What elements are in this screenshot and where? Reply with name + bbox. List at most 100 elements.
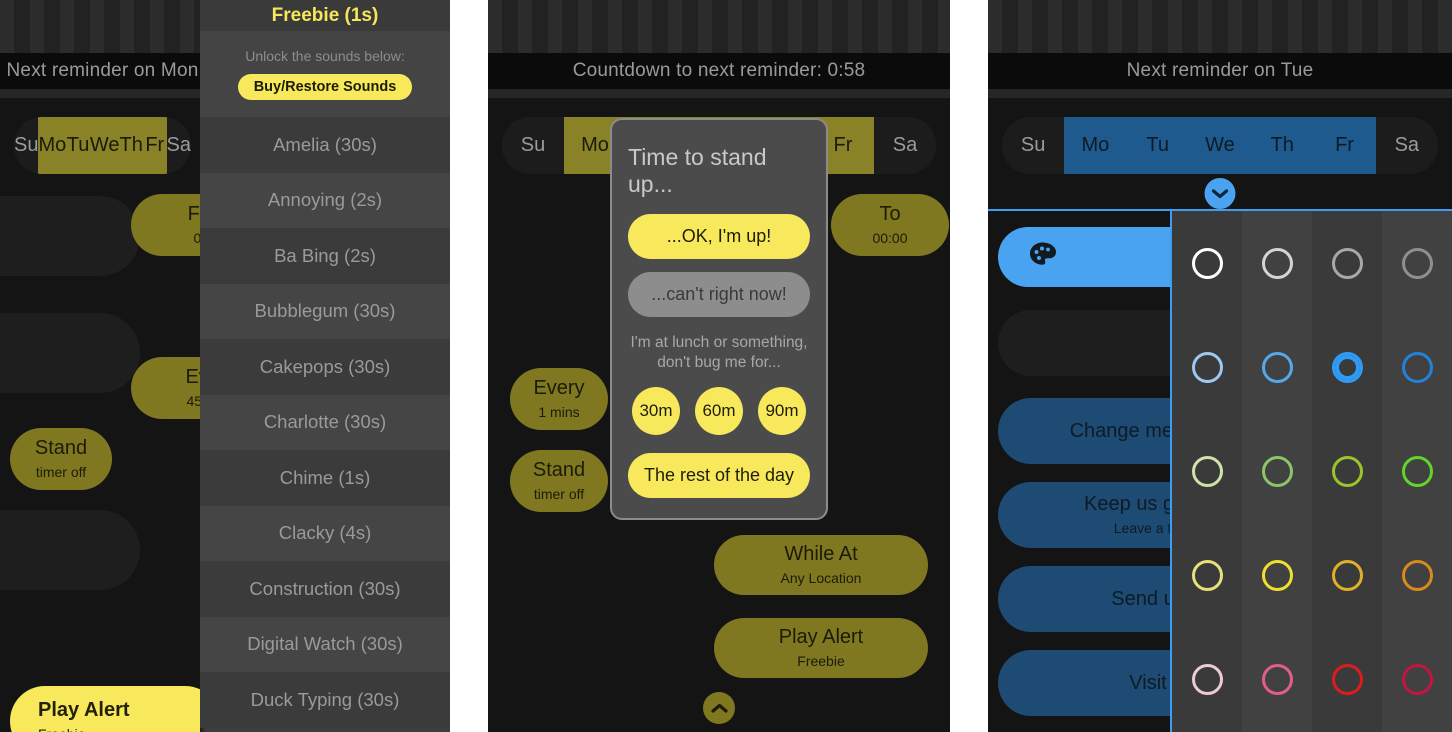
- every3-title: Every: [533, 377, 585, 400]
- color-swatch[interactable]: [1261, 664, 1293, 696]
- swatch-cell: [1382, 211, 1452, 316]
- status-next-reminder: Next reminder on Mon: [0, 53, 205, 89]
- day4-mo[interactable]: Mo: [1064, 117, 1127, 174]
- sound-list[interactable]: Amelia (30s) Annoying (2s) Ba Bing (2s) Bub…: [200, 117, 450, 732]
- sound-list-item[interactable]: Construction (30s): [200, 561, 450, 617]
- color-swatch[interactable]: [1191, 351, 1223, 383]
- day4-fr[interactable]: Fr: [1313, 117, 1376, 174]
- sound-list-item[interactable]: Bubblegum (30s): [200, 283, 450, 339]
- ok-im-up-button[interactable]: ...OK, I'm up!: [628, 214, 810, 259]
- color-swatch[interactable]: [1261, 351, 1293, 383]
- swatch-cell: [1382, 523, 1452, 628]
- sound-list-item[interactable]: Chime (1s): [200, 450, 450, 506]
- sound-list-item[interactable]: Charlotte (30s): [200, 394, 450, 450]
- play-alert-button[interactable]: Play Alert Freebie: [10, 686, 205, 732]
- sound-list-item[interactable]: Amelia (30s): [200, 117, 450, 173]
- swatch-cell: [1172, 315, 1242, 420]
- stand3-value: timer off: [533, 486, 585, 503]
- color-swatch[interactable]: [1401, 560, 1433, 592]
- play-alert-title: Play Alert: [38, 699, 130, 722]
- day-mo[interactable]: Mo: [38, 117, 67, 174]
- panel-reminder-modal: Countdown to next reminder: 0:58 Su Mo T…: [488, 0, 950, 732]
- day-th[interactable]: Th: [119, 117, 143, 174]
- screenshot-collage: Next reminder on Mon Su Mo Tu We Th Fr S…: [0, 0, 1452, 732]
- sound-list-item[interactable]: Ba Bing (2s): [200, 228, 450, 284]
- color-swatch[interactable]: [1191, 560, 1223, 592]
- chevron-up-icon[interactable]: [703, 692, 735, 724]
- swatch-cell: [1242, 315, 1312, 420]
- color-swatch[interactable]: [1331, 664, 1363, 696]
- to-value: 00:00: [872, 230, 908, 247]
- color-swatch[interactable]: [1191, 455, 1223, 487]
- day-sa[interactable]: Sa: [167, 117, 191, 174]
- stand-timer-button-3[interactable]: Stand timer off: [510, 450, 608, 512]
- day3-su[interactable]: Su: [502, 117, 564, 174]
- swatch-cell: [1382, 627, 1452, 732]
- status-next-reminder-4: Next reminder on Tue: [988, 53, 1452, 89]
- day4-th[interactable]: Th: [1251, 117, 1314, 174]
- play-alert-button-3[interactable]: Play Alert Freebie: [714, 618, 928, 678]
- stand-value: timer off: [35, 464, 87, 481]
- color-swatch[interactable]: [1401, 664, 1433, 696]
- to-time-button[interactable]: To 00:00: [831, 194, 949, 256]
- color-swatch[interactable]: [1331, 560, 1363, 592]
- while-at-button[interactable]: While At Any Location: [714, 535, 928, 595]
- stand-up-modal: Time to stand up... ...OK, I'm up! ...ca…: [610, 118, 828, 520]
- day-fr[interactable]: Fr: [143, 117, 167, 174]
- tab-strip-texture-4: [988, 0, 1452, 53]
- color-swatch[interactable]: [1191, 664, 1223, 696]
- ghost-row-2: [0, 313, 140, 393]
- swatch-cell: [1172, 523, 1242, 628]
- every3-value: 1 mins: [538, 404, 580, 421]
- day4-su[interactable]: Su: [1002, 117, 1064, 174]
- swatch-cell: [1312, 315, 1382, 420]
- color-swatch[interactable]: [1331, 247, 1363, 279]
- swatch-cell: [1172, 211, 1242, 316]
- color-swatch[interactable]: [1191, 247, 1223, 279]
- day3-sa[interactable]: Sa: [874, 117, 936, 174]
- from-time-button[interactable]: From 09:00: [131, 194, 205, 256]
- unlock-section: Unlock the sounds below: Buy/Restore Sou…: [200, 31, 450, 117]
- day-we[interactable]: We: [89, 117, 120, 174]
- snooze-60m-button[interactable]: 60m: [695, 387, 743, 436]
- rest-of-day-button[interactable]: The rest of the day: [628, 453, 810, 499]
- panel-one-body: Su Mo Tu We Th Fr Sa From 09:00 Every 45…: [0, 98, 205, 732]
- color-swatch[interactable]: [1401, 247, 1433, 279]
- color-swatch[interactable]: [1401, 455, 1433, 487]
- color-swatch[interactable]: [1331, 455, 1363, 487]
- day-tu[interactable]: Tu: [66, 117, 90, 174]
- color-swatch[interactable]: [1401, 351, 1433, 383]
- color-swatch[interactable]: [1261, 247, 1293, 279]
- buy-restore-sounds-button[interactable]: Buy/Restore Sounds: [237, 74, 413, 100]
- day4-we[interactable]: We: [1188, 117, 1252, 174]
- sound-list-item[interactable]: Digital Watch (30s): [200, 616, 450, 672]
- color-swatch-grid[interactable]: [1170, 211, 1452, 732]
- day-su[interactable]: Su: [14, 117, 38, 174]
- sound-list-item[interactable]: Duck Typing (30s): [200, 672, 450, 728]
- color-swatch[interactable]: [1261, 455, 1293, 487]
- cant-right-now-button[interactable]: ...can't right now!: [628, 272, 810, 317]
- day4-sa[interactable]: Sa: [1376, 117, 1438, 174]
- day-selector-4[interactable]: Su Mo Tu We Th Fr Sa: [1002, 117, 1438, 174]
- color-swatch[interactable]: [1331, 351, 1363, 383]
- while-at-title: While At: [784, 543, 858, 566]
- day4-tu[interactable]: Tu: [1126, 117, 1189, 174]
- sound-list-item[interactable]: Cakepops (30s): [200, 339, 450, 395]
- swatch-cell: [1382, 315, 1452, 420]
- snooze-30m-button[interactable]: 30m: [632, 387, 680, 436]
- tab-strip-texture: [0, 0, 205, 53]
- every-interval-button-3[interactable]: Every 1 mins: [510, 368, 608, 430]
- play-alert-value: Freebie: [38, 726, 85, 732]
- sound-list-item[interactable]: Annoying (2s): [200, 172, 450, 228]
- swatch-cell: [1312, 523, 1382, 628]
- panel-theme-picker: Next reminder on Tue Su Mo Tu We Th Fr S…: [988, 0, 1452, 732]
- every-interval-button[interactable]: Every 45 mins: [131, 357, 205, 419]
- chevron-down-icon[interactable]: [1204, 178, 1236, 209]
- panel-sound-picker: Freebie (1s) Unlock the sounds below: Bu…: [200, 0, 450, 732]
- day-selector[interactable]: Su Mo Tu We Th Fr Sa: [14, 117, 191, 174]
- sound-list-item[interactable]: Clacky (4s): [200, 505, 450, 561]
- status-underline-3: [488, 89, 950, 98]
- stand-timer-button[interactable]: Stand timer off: [10, 428, 112, 490]
- color-swatch[interactable]: [1261, 560, 1293, 592]
- snooze-90m-button[interactable]: 90m: [758, 387, 806, 436]
